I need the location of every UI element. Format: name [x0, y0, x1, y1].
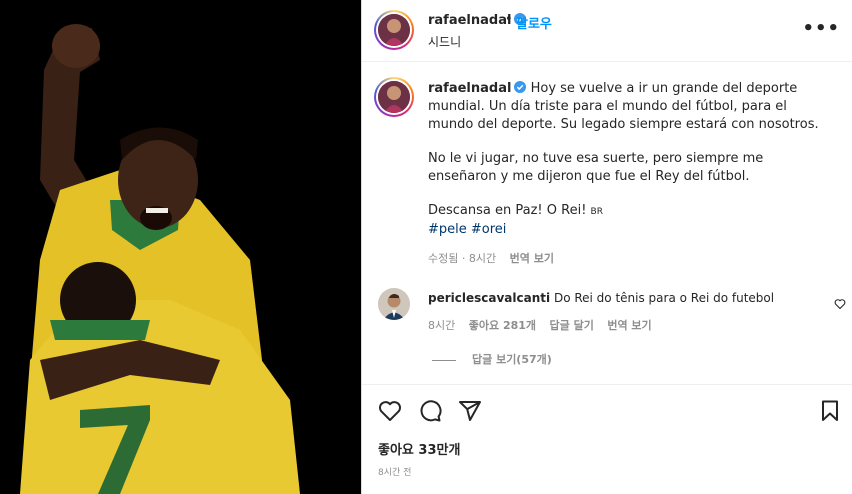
flag-emoji: BR — [590, 207, 603, 217]
view-replies-label: 답글 보기(57개) — [472, 353, 552, 366]
post-details-panel: rafaelnadal • 팔로우 시드니 ••• rafaelnadal Ho… — [361, 0, 852, 494]
commenter-username[interactable]: periclescavalcanti — [428, 291, 550, 305]
post-photo[interactable] — [0, 0, 361, 494]
post-image — [0, 0, 361, 494]
caption-avatar[interactable] — [374, 77, 414, 117]
more-icon[interactable]: ••• — [802, 20, 840, 38]
verified-badge-icon — [514, 81, 527, 93]
hashtags[interactable]: #pele #orei — [428, 221, 832, 239]
comment-likes[interactable]: 좋아요 281개 — [469, 319, 536, 332]
caption-meta: 수정됨 · 8시간 번역 보기 — [428, 252, 554, 265]
comment-text: periclescavalcanti Do Rei do tênis para … — [428, 291, 774, 305]
caption-translate-button[interactable]: 번역 보기 — [510, 252, 554, 265]
likes-count[interactable]: 좋아요 33만개 — [378, 439, 460, 458]
comment-translate-button[interactable]: 번역 보기 — [607, 319, 651, 332]
heart-icon[interactable] — [378, 399, 402, 423]
follow-button[interactable]: 팔로우 — [516, 13, 552, 32]
comment-body: Do Rei do tênis para o Rei do futebol — [553, 291, 775, 305]
comment-meta: 8시간 좋아요 281개 답글 달기 번역 보기 — [428, 317, 652, 333]
caption-line-3: Descansa en Paz! O Rei! — [428, 203, 587, 218]
caption-time[interactable]: 8시간 — [469, 252, 496, 265]
reply-button[interactable]: 답글 달기 — [550, 319, 594, 332]
replies-divider — [432, 359, 456, 361]
comment-icon[interactable] — [418, 399, 442, 423]
view-replies-button[interactable]: 답글 보기(57개) — [432, 351, 552, 367]
edited-label: 수정됨 — [428, 252, 459, 265]
author-avatar[interactable] — [374, 10, 414, 50]
share-icon[interactable] — [458, 399, 482, 423]
location-link[interactable]: 시드니 — [428, 33, 461, 50]
post-time[interactable]: 8시간 전 — [378, 465, 411, 478]
separator-dot: • — [505, 12, 513, 27]
bookmark-icon[interactable] — [818, 399, 842, 423]
caption-text: rafaelnadal Hoy se vuelve a ir un grande… — [428, 80, 832, 255]
comments-section: rafaelnadal Hoy se vuelve a ir un grande… — [362, 62, 852, 384]
caption-line-2: No le vi jugar, no tuve esa suerte, pero… — [428, 151, 764, 184]
comment-time[interactable]: 8시간 — [428, 319, 455, 332]
action-bar: 좋아요 33만개 8시간 전 — [362, 384, 852, 494]
post-header: rafaelnadal • 팔로우 시드니 ••• — [362, 0, 852, 62]
commenter-avatar[interactable] — [378, 288, 410, 320]
comment-heart-icon[interactable] — [834, 298, 846, 310]
caption-username[interactable]: rafaelnadal — [428, 81, 511, 96]
